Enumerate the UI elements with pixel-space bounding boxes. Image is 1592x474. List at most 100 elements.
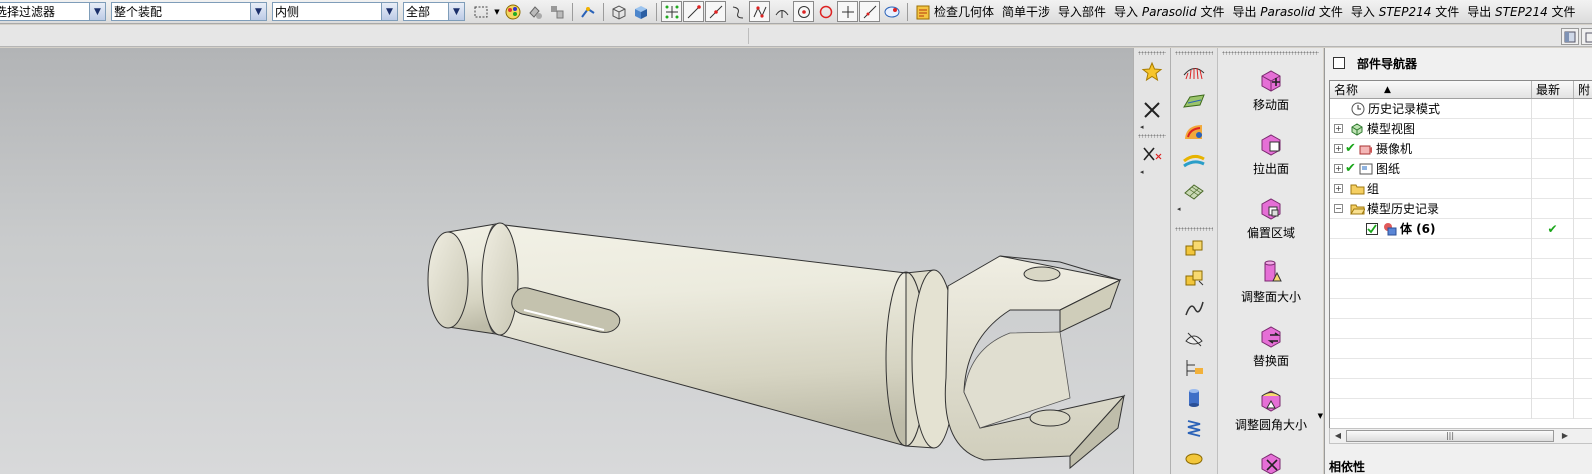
snap-arc-center-icon[interactable] <box>793 1 814 22</box>
column-header-attached[interactable]: 附 <box>1574 81 1592 98</box>
expand-icon[interactable]: + <box>1334 164 1343 173</box>
add-component-icon[interactable] <box>1181 265 1207 291</box>
selection-filter-dropdown[interactable]: 选择过滤器 ▼ <box>0 2 106 21</box>
replace-face-command[interactable]: 替换面 <box>1218 314 1324 378</box>
assembly-scope-dropdown[interactable]: 整个装配 ▼ <box>111 2 267 21</box>
horizontal-scrollbar[interactable]: ◀ ||| ▶ <box>1329 428 1592 444</box>
pull-face-command[interactable]: 拉出面 <box>1218 122 1324 186</box>
navigator-pin-icon[interactable] <box>1333 57 1345 69</box>
tree-row-model-history[interactable]: − 模型历史记录 <box>1330 198 1592 219</box>
chevron-down-icon[interactable]: ◂ <box>1134 168 1170 176</box>
resize-face-command[interactable]: 调整面大小 <box>1218 250 1324 314</box>
scroll-left-icon[interactable]: ◀ <box>1331 430 1345 442</box>
measure-distance-icon[interactable] <box>1181 355 1207 381</box>
column-header-latest[interactable]: 最新 <box>1532 81 1574 98</box>
snap-endpoint-icon[interactable] <box>683 1 704 22</box>
window-layout-icon[interactable] <box>1561 28 1579 45</box>
snap-existing-point-icon[interactable] <box>661 1 682 22</box>
move-face-command[interactable]: 移动面 <box>1218 58 1324 122</box>
curvature-analysis-icon[interactable] <box>1181 119 1207 145</box>
shaded-box-icon[interactable] <box>630 1 652 23</box>
toolbar-grip[interactable] <box>1138 134 1166 138</box>
deselect-icon[interactable] <box>524 1 546 23</box>
toolbar-grip[interactable] <box>1222 51 1319 55</box>
pull-face-icon <box>1257 130 1285 158</box>
snap-bounded-grid-icon[interactable] <box>881 1 903 23</box>
assembly-constraint-icon[interactable] <box>1181 235 1207 261</box>
scroll-thumb[interactable]: ||| <box>1346 430 1554 442</box>
expand-icon[interactable]: + <box>1334 124 1343 133</box>
window-restore-icon[interactable] <box>1581 28 1592 45</box>
snap-control-point-icon[interactable] <box>727 1 749 23</box>
toolbar-grip[interactable] <box>1138 51 1166 55</box>
star-edit-icon[interactable] <box>1139 59 1165 85</box>
dependencies-panel-title[interactable]: 相依性 <box>1329 458 1365 474</box>
rectangle-select-icon[interactable] <box>470 1 492 23</box>
snap-midpoint-icon[interactable] <box>705 1 726 22</box>
export-step214-button[interactable]: 导出 STEP214 文件 <box>1467 3 1575 20</box>
wireframe-box-icon[interactable] <box>608 1 630 23</box>
move-face-label: 移动面 <box>1252 98 1289 112</box>
tree-row-groups[interactable]: + 组 <box>1330 178 1592 199</box>
import-part-button[interactable]: 导入部件 <box>1058 3 1106 20</box>
tree-row-model-views[interactable]: + 模型视图 <box>1330 118 1592 139</box>
snap-intersection-icon[interactable] <box>749 1 770 22</box>
ruled-surface-icon[interactable] <box>1181 59 1207 85</box>
check-geometry-icon[interactable] <box>912 1 934 23</box>
tree-row-drawings[interactable]: + ✔ 图纸 <box>1330 158 1592 179</box>
collapse-icon[interactable]: − <box>1334 204 1343 213</box>
column-header-name[interactable]: 名称 ▲ <box>1330 81 1532 98</box>
surface-blend-icon[interactable] <box>1181 149 1207 175</box>
graphics-viewport[interactable] <box>0 48 1133 474</box>
expand-icon[interactable]: + <box>1334 184 1343 193</box>
snap-quadrant-icon[interactable] <box>815 1 837 23</box>
delete-face-icon[interactable] <box>1139 142 1165 168</box>
chevron-down-icon[interactable]: ▼ <box>250 3 266 20</box>
inside-dropdown[interactable]: 内侧 ▼ <box>272 2 398 21</box>
through-curves-icon[interactable] <box>1181 89 1207 115</box>
chevron-down-icon[interactable]: ◂ <box>1134 123 1170 131</box>
assembly-scope-value: 整个装配 <box>114 5 163 19</box>
toolbar-grip[interactable] <box>1175 227 1213 231</box>
simple-interference-button[interactable]: 简单干涉 <box>1002 3 1050 20</box>
select-all-icon[interactable] <box>546 1 568 23</box>
snap-point-icon[interactable] <box>577 1 599 23</box>
chevron-down-icon[interactable]: ▼ <box>492 1 502 23</box>
shaft-model <box>427 222 1126 470</box>
export-parasolid-button[interactable]: 导出 Parasolid 文件 <box>1232 3 1342 20</box>
import-step214-button[interactable]: 导入 STEP214 文件 <box>1351 3 1459 20</box>
cylinder-icon[interactable] <box>1181 385 1207 411</box>
tree-row-body[interactable]: 体 (6) ✔ <box>1330 218 1592 239</box>
chevron-down-icon[interactable]: ◂ <box>1171 205 1217 213</box>
chevron-down-icon[interactable]: ▼ <box>381 3 397 20</box>
spring-icon[interactable] <box>1181 415 1207 441</box>
part-navigator: 部件导航器 名称 ▲ 最新 附 历史记录模式 + 模型视图 + ✔ 摄像机 + … <box>1324 48 1592 474</box>
chevron-down-icon[interactable]: ▼ <box>89 3 105 20</box>
color-filter-icon[interactable] <box>502 1 524 23</box>
expand-icon[interactable]: + <box>1334 144 1343 153</box>
checkmark-icon: ✔ <box>1345 161 1356 176</box>
resize-blend-command[interactable]: 调整圆角大小 ▼ <box>1218 378 1324 442</box>
toolbar-grip[interactable] <box>1175 51 1213 55</box>
snap-point-on-face-icon[interactable] <box>859 1 880 22</box>
tree-row-history-mode[interactable]: 历史记录模式 <box>1330 98 1592 119</box>
chevron-down-icon[interactable]: ▼ <box>448 3 464 20</box>
coin-icon[interactable] <box>1181 445 1207 471</box>
delete-face-command-icon <box>1257 450 1285 474</box>
more-commands[interactable] <box>1218 442 1324 474</box>
tree-row-cameras[interactable]: + ✔ 摄像机 <box>1330 138 1592 159</box>
navigator-tree[interactable]: 名称 ▲ 最新 附 历史记录模式 + 模型视图 + ✔ 摄像机 + ✔ 图纸 +… <box>1329 80 1592 436</box>
delete-icon[interactable] <box>1139 97 1165 123</box>
grid-surface-icon[interactable] <box>1181 179 1207 205</box>
all-dropdown[interactable]: 全部 ▼ <box>403 2 465 21</box>
checkbox-checked-icon[interactable] <box>1364 221 1380 237</box>
offset-region-command[interactable]: 偏置区域 <box>1218 186 1324 250</box>
section-curve-icon[interactable] <box>1181 325 1207 351</box>
check-geometry-button[interactable]: 检查几何体 <box>934 3 994 20</box>
import-parasolid-button[interactable]: 导入 Parasolid 文件 <box>1114 3 1224 20</box>
scroll-right-icon[interactable]: ▶ <box>1558 430 1572 442</box>
snap-tangent-icon[interactable] <box>771 1 793 23</box>
chevron-down-icon[interactable]: ▼ <box>1318 412 1323 420</box>
spline-icon[interactable] <box>1181 295 1207 321</box>
snap-point-on-curve-icon[interactable] <box>837 1 858 22</box>
